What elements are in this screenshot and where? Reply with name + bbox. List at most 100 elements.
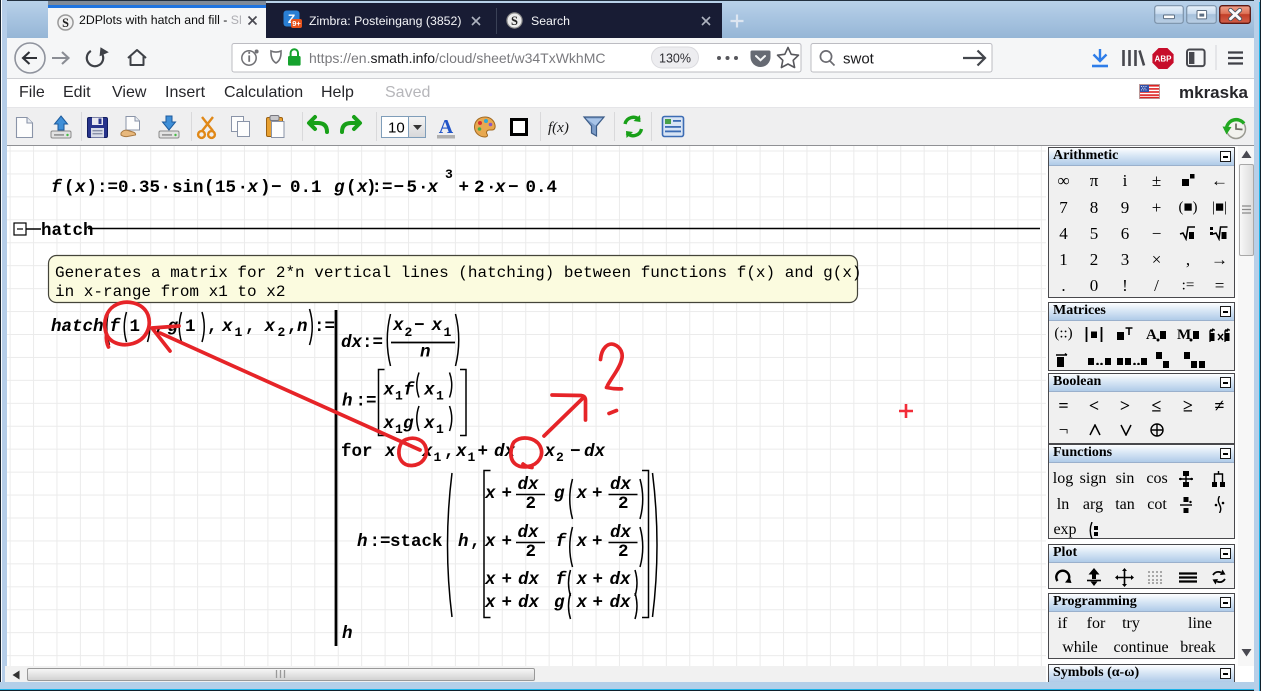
svg-text:x: x bbox=[427, 178, 439, 198]
svg-text:1: 1 bbox=[130, 317, 141, 337]
svg-text:f: f bbox=[51, 178, 63, 198]
svg-text:2: 2 bbox=[618, 542, 629, 562]
svg-text:x: x bbox=[484, 484, 496, 504]
svg-text:A: A bbox=[439, 116, 454, 138]
svg-text:1: 1 bbox=[468, 450, 476, 465]
svg-text:dx: dx bbox=[518, 593, 540, 613]
svg-text:n: n bbox=[297, 317, 308, 337]
svg-text:130%: 130% bbox=[659, 52, 691, 66]
svg-text:f: f bbox=[404, 381, 416, 401]
svg-text:g: g bbox=[403, 414, 414, 434]
svg-text:dx: dx bbox=[610, 523, 632, 543]
svg-text:x: x bbox=[221, 317, 233, 337]
svg-text::=: := bbox=[372, 178, 393, 198]
svg-text:2: 2 bbox=[278, 325, 286, 340]
svg-text:x: x bbox=[383, 381, 395, 401]
svg-text:2: 2 bbox=[556, 450, 564, 465]
svg-text:Generates a matrix for 2*n ver: Generates a matrix for 2*n vertical line… bbox=[55, 264, 862, 282]
svg-text:S: S bbox=[62, 16, 69, 30]
svg-text:x: x bbox=[423, 381, 435, 401]
svg-text:1: 1 bbox=[395, 422, 403, 437]
svg-text:x: x bbox=[484, 593, 496, 613]
svg-text:+: + bbox=[592, 484, 603, 504]
svg-text:,: , bbox=[470, 532, 481, 552]
svg-text:1: 1 bbox=[436, 422, 444, 437]
svg-text:−: − bbox=[414, 316, 425, 336]
svg-text:x: x bbox=[384, 442, 396, 462]
svg-text:1: 1 bbox=[185, 317, 196, 337]
svg-text:f: f bbox=[110, 317, 122, 337]
svg-text:,: , bbox=[287, 317, 298, 337]
svg-text:x: x bbox=[247, 178, 259, 198]
svg-text:h: h bbox=[458, 532, 469, 552]
svg-text:+: + bbox=[502, 593, 513, 613]
svg-text:dx: dx bbox=[341, 333, 363, 353]
svg-text:1: 1 bbox=[436, 389, 444, 404]
svg-text:h: h bbox=[342, 392, 353, 412]
svg-text:0.1: 0.1 bbox=[290, 178, 322, 198]
svg-text:,: , bbox=[245, 317, 256, 337]
svg-text:x: x bbox=[423, 414, 435, 434]
svg-text:2: 2 bbox=[405, 325, 413, 340]
svg-text:x: x bbox=[576, 570, 588, 590]
svg-text:x: x bbox=[392, 316, 404, 336]
svg-text:for: for bbox=[341, 442, 373, 462]
svg-text:dx: dx bbox=[610, 593, 632, 613]
svg-text:+: + bbox=[502, 532, 513, 552]
svg-text:): ) bbox=[260, 178, 271, 198]
svg-text:0.35: 0.35 bbox=[118, 178, 160, 198]
svg-text:15: 15 bbox=[215, 178, 236, 198]
svg-text:h: h bbox=[357, 532, 368, 552]
svg-text:,: , bbox=[207, 317, 218, 337]
svg-text:10: 10 bbox=[388, 120, 405, 137]
svg-text:x: x bbox=[264, 317, 276, 337]
svg-text:dx: dx bbox=[584, 442, 606, 462]
svg-text:M: M bbox=[1177, 327, 1191, 343]
svg-text:(: ( bbox=[346, 178, 357, 198]
svg-text:+: + bbox=[459, 178, 470, 198]
svg-text:+: + bbox=[593, 570, 604, 590]
svg-text:dx: dx bbox=[610, 570, 632, 590]
svg-text:x: x bbox=[484, 532, 496, 552]
svg-text:3: 3 bbox=[445, 167, 453, 182]
svg-text:x: x bbox=[576, 532, 588, 552]
svg-text:0.4: 0.4 bbox=[526, 178, 558, 198]
svg-text:dx: dx bbox=[518, 475, 540, 495]
svg-text:):=: ):= bbox=[87, 178, 119, 198]
svg-text:(: ( bbox=[64, 178, 75, 198]
svg-text:−: − bbox=[570, 442, 581, 462]
svg-text:A: A bbox=[1146, 327, 1157, 343]
svg-text:x: x bbox=[544, 442, 556, 462]
svg-text:2: 2 bbox=[526, 494, 537, 514]
svg-text:+: + bbox=[593, 593, 604, 613]
svg-text:S: S bbox=[511, 14, 518, 28]
svg-text:1: 1 bbox=[395, 389, 403, 404]
svg-text:f: f bbox=[556, 532, 568, 552]
svg-text:x: x bbox=[576, 593, 588, 613]
svg-text:hatch: hatch bbox=[51, 317, 104, 337]
svg-text:stack: stack bbox=[390, 532, 443, 552]
svg-text:5: 5 bbox=[407, 178, 418, 198]
svg-text::=: := bbox=[370, 532, 391, 552]
svg-text:·: · bbox=[161, 178, 172, 198]
svg-text:f: f bbox=[556, 570, 568, 590]
svg-text:dx: dx bbox=[610, 475, 632, 495]
svg-text:x: x bbox=[383, 414, 395, 434]
svg-text:1: 1 bbox=[235, 325, 243, 340]
svg-text:−: − bbox=[394, 178, 405, 198]
svg-text:x: x bbox=[494, 178, 506, 198]
svg-text:1: 1 bbox=[434, 450, 442, 465]
svg-text:dx: dx bbox=[518, 570, 540, 590]
svg-text:+: + bbox=[478, 442, 489, 462]
svg-text:·: · bbox=[238, 178, 249, 198]
svg-text:x: x bbox=[431, 316, 443, 336]
svg-text:h: h bbox=[342, 624, 353, 644]
svg-text:+: + bbox=[592, 532, 603, 552]
svg-text:(: ( bbox=[204, 178, 215, 198]
svg-text:hatch: hatch bbox=[41, 221, 94, 241]
svg-text:1: 1 bbox=[444, 325, 452, 340]
svg-text:in x-range from x1 to x2: in x-range from x1 to x2 bbox=[55, 283, 285, 301]
svg-text:ABP: ABP bbox=[1155, 55, 1173, 64]
svg-text:swot: swot bbox=[843, 51, 875, 68]
svg-text:dx: dx bbox=[518, 523, 540, 543]
